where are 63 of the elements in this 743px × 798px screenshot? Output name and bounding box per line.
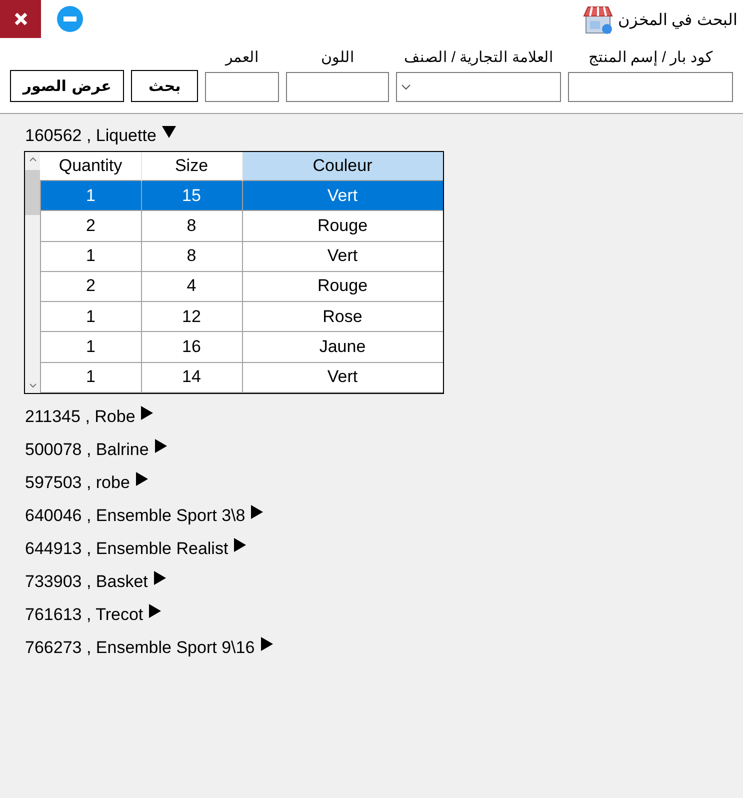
table-row[interactable]: 1 15 Vert (40, 180, 443, 211)
table-cell: Vert (242, 180, 443, 211)
chevron-down-icon (401, 84, 411, 90)
table-cell: 2 (40, 271, 141, 302)
table-cell: 1 (40, 302, 141, 332)
table-cell: 12 (141, 302, 242, 332)
search-button[interactable]: بحث (131, 70, 198, 102)
table-row[interactable]: 2 8 Rouge (40, 210, 443, 242)
product-title[interactable]: 160562 , Liquette (25, 126, 156, 146)
product-title[interactable]: 733903 , Basket (25, 572, 148, 592)
table-row[interactable]: 1 16 Jaune (40, 332, 443, 362)
column-header[interactable]: Couleur (242, 152, 443, 180)
field-label: كود بار / إسم المنتج (588, 48, 712, 66)
product-title[interactable]: 761613 , Trecot (25, 605, 144, 625)
product-title[interactable]: 597503 , robe (25, 473, 130, 493)
input-field[interactable] (568, 72, 733, 102)
dropdown-field[interactable] (396, 72, 561, 102)
close-button[interactable] (0, 0, 41, 38)
input-field[interactable] (286, 72, 389, 102)
product-title[interactable]: 644913 , Ensemble Realist (25, 539, 228, 559)
product-title[interactable]: 766273 , Ensemble Sport 9\16 (25, 638, 255, 658)
product-title[interactable]: 211345 , Robe (25, 407, 136, 427)
expand-arrow-icon[interactable] (234, 538, 246, 552)
table-row[interactable]: 2 4 Rouge (40, 271, 443, 302)
minimize-button[interactable] (57, 6, 83, 32)
window-title: البحث في المخزن (618, 11, 737, 30)
column-header[interactable]: Size (141, 152, 242, 180)
store-icon (582, 4, 614, 36)
scroll-down-icon[interactable] (28, 383, 36, 389)
scroll-thumb[interactable] (25, 170, 40, 215)
scroll-up-icon[interactable] (28, 156, 36, 162)
product-title[interactable]: 640046 , Ensemble Sport 3\8 (25, 506, 246, 526)
field-label: العمر (226, 48, 258, 66)
scrollbar[interactable] (25, 152, 40, 393)
table-cell: 1 (40, 362, 141, 392)
table-cell: 8 (141, 241, 242, 272)
expand-arrow-icon[interactable] (260, 637, 273, 651)
expand-arrow-icon[interactable] (149, 604, 162, 618)
table-cell: 8 (141, 210, 242, 242)
table-row[interactable]: 1 12 Rose (40, 302, 443, 332)
collapse-arrow-icon[interactable] (162, 126, 176, 138)
table-cell: 2 (40, 210, 141, 242)
column-header[interactable]: Quantity (40, 152, 141, 180)
expand-arrow-icon[interactable] (251, 505, 264, 519)
expand-arrow-icon[interactable] (136, 472, 148, 486)
expand-arrow-icon[interactable] (141, 406, 154, 420)
table-cell: 1 (40, 241, 141, 272)
expand-arrow-icon[interactable] (154, 439, 167, 453)
table-cell: 1 (40, 332, 141, 362)
table-cell: 4 (141, 271, 242, 302)
table-row[interactable]: 1 8 Vert (40, 241, 443, 272)
field-label: اللون (321, 48, 354, 66)
table-cell: 1 (40, 180, 141, 211)
table-cell: 16 (141, 332, 242, 362)
field-label: العلامة التجارية / الصنف (404, 48, 553, 66)
table-row[interactable]: 1 14 Vert (40, 362, 443, 392)
product-title[interactable]: 500078 , Balrine (25, 440, 149, 460)
expand-arrow-icon[interactable] (154, 571, 166, 585)
input-field[interactable] (205, 72, 279, 102)
show-pictures-button[interactable]: عرض الصور (10, 70, 124, 102)
table-cell: 15 (141, 180, 242, 211)
table-cell: 14 (141, 362, 242, 392)
close-icon (12, 11, 28, 27)
